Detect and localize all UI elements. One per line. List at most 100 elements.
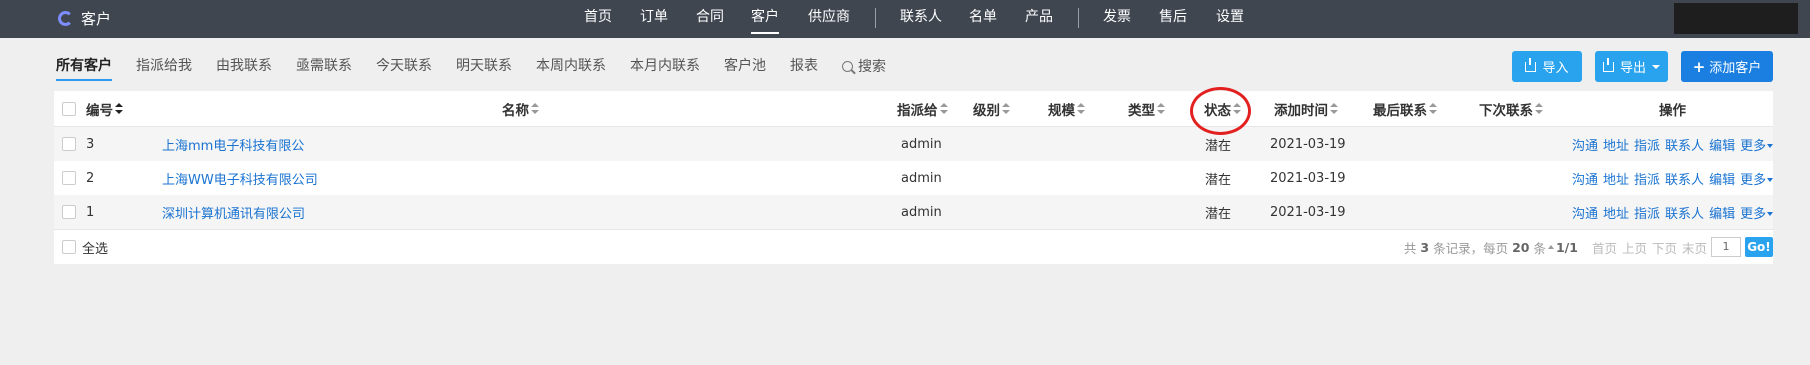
import-button[interactable]: 导入 xyxy=(1512,51,1582,82)
export-button[interactable]: 导出 xyxy=(1595,51,1668,82)
per-page-suffix: 条 xyxy=(1533,240,1546,256)
column-header-name[interactable]: 名称 xyxy=(502,91,539,126)
tab-assigned-to-me[interactable]: 指派给我 xyxy=(136,55,192,77)
chevron-down-icon xyxy=(1652,64,1660,69)
address-link[interactable]: 地址 xyxy=(1603,203,1629,222)
edit-link[interactable]: 编辑 xyxy=(1709,169,1735,188)
cell-id: 2 xyxy=(86,170,95,186)
prev-page-link[interactable]: 上页 xyxy=(1622,238,1647,257)
tab-contact-this-month[interactable]: 本月内联系 xyxy=(630,55,700,77)
first-page-link[interactable]: 首页 xyxy=(1592,238,1617,257)
column-header-scale-label: 规模 xyxy=(1048,102,1075,119)
chevron-down-icon xyxy=(1767,144,1774,148)
tab-search[interactable]: 搜索 xyxy=(842,55,886,77)
column-header-type[interactable]: 类型 xyxy=(1128,91,1165,126)
header-select-checkbox[interactable] xyxy=(62,101,76,116)
next-page-link[interactable]: 下页 xyxy=(1652,238,1677,257)
nav-item-contracts[interactable]: 合同 xyxy=(696,0,724,34)
nav-item-contacts[interactable]: 联系人 xyxy=(900,0,942,34)
user-menu[interactable] xyxy=(1674,3,1798,34)
column-header-last-contact[interactable]: 最后联系 xyxy=(1373,91,1437,126)
sort-icon xyxy=(1077,103,1085,114)
nav-item-products[interactable]: 产品 xyxy=(1025,0,1053,34)
row-select-checkbox[interactable] xyxy=(62,205,76,219)
cell-assignee: admin xyxy=(901,136,942,152)
column-header-added-time-label: 添加时间 xyxy=(1274,102,1328,119)
nav-item-customers[interactable]: 客户 xyxy=(751,0,779,34)
app-logo[interactable]: 客户 xyxy=(58,6,111,30)
nav-item-lists[interactable]: 名单 xyxy=(969,0,997,34)
row-actions: 沟通 地址 指派 联系人 编辑 更多 xyxy=(1572,161,1774,195)
cell-assignee: admin xyxy=(901,204,942,220)
per-page-value[interactable]: 20 xyxy=(1512,240,1529,255)
communicate-link[interactable]: 沟通 xyxy=(1572,169,1598,188)
more-dropdown[interactable]: 更多 xyxy=(1740,169,1774,188)
edit-link[interactable]: 编辑 xyxy=(1709,135,1735,154)
app-title: 客户 xyxy=(81,9,112,28)
more-dropdown[interactable]: 更多 xyxy=(1740,203,1774,222)
nav-item-invoices[interactable]: 发票 xyxy=(1103,0,1131,34)
add-customer-button[interactable]: + 添加客户 xyxy=(1681,51,1773,82)
column-header-name-label: 名称 xyxy=(502,102,529,119)
tab-reports[interactable]: 报表 xyxy=(790,55,818,77)
last-page-link[interactable]: 末页 xyxy=(1682,238,1707,257)
contacts-link[interactable]: 联系人 xyxy=(1665,135,1704,154)
cell-id: 1 xyxy=(86,204,95,220)
column-header-level-label: 级别 xyxy=(973,102,1000,119)
tab-contacted-by-me[interactable]: 由我联系 xyxy=(216,55,272,77)
status-column-highlight-annotation xyxy=(1190,87,1251,135)
customer-name-link[interactable]: 深圳计算机通讯有限公司 xyxy=(162,195,305,229)
tab-urgent-contact[interactable]: 亟需联系 xyxy=(296,55,352,77)
tab-customer-pool[interactable]: 客户池 xyxy=(724,55,766,77)
table-footer: 全选 共 3 条记录，每页 20 条 1/1 首页 上页 下页 末页 1 Go! xyxy=(54,229,1773,264)
chevron-down-icon xyxy=(1767,178,1774,182)
column-header-actions-label: 操作 xyxy=(1659,102,1686,119)
column-header-scale[interactable]: 规模 xyxy=(1048,91,1085,126)
more-dropdown[interactable]: 更多 xyxy=(1740,135,1774,154)
column-header-assignee[interactable]: 指派给 xyxy=(897,91,948,126)
contacts-link[interactable]: 联系人 xyxy=(1665,169,1704,188)
nav-item-orders[interactable]: 订单 xyxy=(640,0,668,34)
assign-link[interactable]: 指派 xyxy=(1634,203,1660,222)
top-navbar: 客户 首页 订单 合同 客户 供应商 联系人 名单 产品 发票 售后 设置 xyxy=(0,0,1810,38)
column-header-id-label: 编号 xyxy=(86,102,113,119)
select-all-checkbox[interactable] xyxy=(62,240,76,254)
row-select-checkbox[interactable] xyxy=(62,171,76,185)
select-all-label[interactable]: 全选 xyxy=(82,230,108,264)
column-header-next-contact[interactable]: 下次联系 xyxy=(1479,91,1543,126)
column-header-added-time[interactable]: 添加时间 xyxy=(1274,91,1338,126)
communicate-link[interactable]: 沟通 xyxy=(1572,203,1598,222)
column-header-level[interactable]: 级别 xyxy=(973,91,1010,126)
address-link[interactable]: 地址 xyxy=(1603,135,1629,154)
contacts-link[interactable]: 联系人 xyxy=(1665,203,1704,222)
export-icon xyxy=(1602,57,1614,72)
import-button-label: 导入 xyxy=(1542,61,1569,76)
go-button[interactable]: Go! xyxy=(1745,237,1773,257)
export-button-label: 导出 xyxy=(1619,61,1646,76)
nav-item-after-sales[interactable]: 售后 xyxy=(1159,0,1187,34)
assign-link[interactable]: 指派 xyxy=(1634,135,1660,154)
page-number-input[interactable]: 1 xyxy=(1711,237,1741,257)
nav-item-home[interactable]: 首页 xyxy=(584,0,612,34)
table-row: 2 上海WW电子科技有限公司 admin 潜在 2021-03-19 沟通 地址… xyxy=(54,161,1774,195)
communicate-link[interactable]: 沟通 xyxy=(1572,135,1598,154)
tab-contact-tomorrow[interactable]: 明天联系 xyxy=(456,55,512,77)
more-label: 更多 xyxy=(1740,206,1767,222)
cell-status: 潜在 xyxy=(1205,206,1232,222)
edit-link[interactable]: 编辑 xyxy=(1709,203,1735,222)
customer-name-link[interactable]: 上海mm电子科技有限公 xyxy=(162,127,304,161)
tab-contact-this-week[interactable]: 本周内联系 xyxy=(536,55,606,77)
assign-link[interactable]: 指派 xyxy=(1634,169,1660,188)
address-link[interactable]: 地址 xyxy=(1603,169,1629,188)
table-row: 1 深圳计算机通讯有限公司 admin 潜在 2021-03-19 沟通 地址 … xyxy=(54,195,1774,229)
tab-contact-today[interactable]: 今天联系 xyxy=(376,55,432,77)
row-actions: 沟通 地址 指派 联系人 编辑 更多 xyxy=(1572,127,1774,161)
import-icon xyxy=(1525,57,1537,72)
row-select-checkbox[interactable] xyxy=(62,137,76,151)
sort-icon xyxy=(1157,103,1165,114)
column-header-id[interactable]: 编号 xyxy=(86,91,123,126)
customer-name-link[interactable]: 上海WW电子科技有限公司 xyxy=(162,161,318,195)
nav-item-settings[interactable]: 设置 xyxy=(1216,0,1244,34)
tab-all-customers[interactable]: 所有客户 xyxy=(56,55,112,81)
nav-item-suppliers[interactable]: 供应商 xyxy=(808,0,850,34)
